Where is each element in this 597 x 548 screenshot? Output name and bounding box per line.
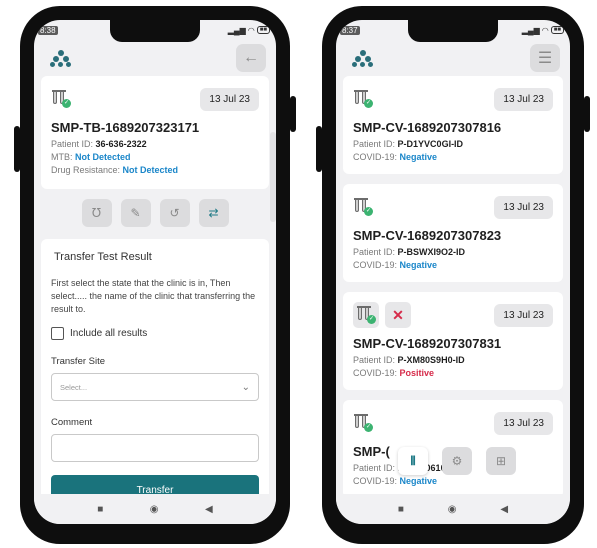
home-icon[interactable]: ◉ (448, 504, 457, 515)
list-item[interactable]: ✓ 13 Jul 23 SMP-CV-1689207307823 Patient… (343, 184, 563, 282)
battery-icon: ■■ (256, 26, 270, 34)
transfer-toggle-button[interactable]: ⇄ (198, 199, 229, 227)
transfer-instruction: First select the state that the clinic i… (51, 278, 256, 314)
sample-id: SMP-CV-1689207307823 (353, 228, 502, 243)
arrow-left-icon: ← (243, 49, 259, 66)
include-all-checkbox[interactable]: Include all results (51, 327, 259, 340)
android-nav-bar: ■ ◉ ◀ (34, 494, 276, 524)
volume-button (316, 126, 322, 172)
select-placeholder: Select... (60, 382, 88, 392)
sample-date: 13 Jul 23 (494, 87, 553, 111)
include-all-label: Include all results (70, 328, 148, 339)
action-row: ℧ ✎ ↺ ⇄ (34, 199, 276, 227)
patient-id-line: Patient ID: P-BSWXI9O2-ID (353, 247, 466, 257)
mtb-line: MTB: Not Detected (51, 152, 131, 162)
history-button[interactable]: ↺ (159, 199, 190, 227)
sample-id: SMP-TB-1689207323171 (51, 120, 200, 135)
test-tube-icon: ⫴ (410, 453, 416, 468)
top-bar: ← (34, 40, 276, 76)
sample-date: 13 Jul 23 (200, 87, 259, 111)
transfer-site-label: Transfer Site (51, 356, 106, 367)
covid-result-line: COVID-19: Negative (353, 152, 438, 162)
status-time: 8:37 (340, 25, 360, 35)
edit-button[interactable]: ✎ (120, 199, 151, 227)
tests-fab-button[interactable]: ⫴ (398, 447, 428, 475)
panel-title: Transfer Test Result (54, 251, 152, 263)
pencil-icon: ✎ (130, 206, 141, 220)
signal-icons: ▂▄▆ ◠ ■■ (228, 26, 270, 35)
transfer-panel: Transfer Test Result First select the st… (41, 239, 269, 515)
covid-result-line: COVID-19: Negative (353, 476, 438, 486)
close-icon[interactable]: ✕ (385, 302, 411, 328)
battery-icon: ■■ (550, 26, 564, 34)
stethoscope-button[interactable]: ℧ (81, 199, 112, 227)
phone-left: 8:38 ▂▄▆ ◠ ■■ ← ✓ 13 Jul 23 SMP-TB-16892… (14, 6, 296, 544)
signal-icon: ▂▄▆ (227, 25, 246, 35)
back-triangle-icon[interactable]: ◀ (500, 504, 508, 515)
phone-right: 8:37 ▂▄▆ ◠ ■■ ☰ ✓ 13 Jul 23 SMP-CV-16892… (316, 6, 590, 544)
sample-id: SMP-CV-1689207307831 (353, 336, 502, 351)
plus-square-icon: ⊞ (495, 454, 507, 468)
patient-id-line: Patient ID: 36-636-2322 (51, 139, 147, 149)
status-time: 8:38 (38, 25, 58, 35)
android-nav-bar: ■ ◉ ◀ (336, 494, 570, 524)
app-logo-icon (50, 49, 72, 67)
swap-arrows-icon: ⇄ (208, 206, 219, 220)
sample-card: ✓ 13 Jul 23 SMP-TB-1689207323171 Patient… (41, 76, 269, 189)
sample-list: ✓ 13 Jul 23 SMP-CV-1689207307816 Patient… (336, 76, 570, 498)
status-bar: 8:37 ▂▄▆ ◠ ■■ (336, 20, 570, 42)
transfer-site-select[interactable]: Select... ⌄ (51, 373, 259, 401)
top-bar: ☰ (336, 40, 570, 76)
stethoscope-icon: ℧ (91, 206, 102, 220)
settings-fab-button[interactable]: ⚙ (442, 447, 472, 475)
patient-id-line: Patient ID: P-D1YVC0GI-ID (353, 139, 464, 149)
test-tube-icon: ✓ (353, 302, 379, 328)
covid-result-line: COVID-19: Negative (353, 260, 438, 270)
list-menu-button[interactable]: ☰ (530, 44, 560, 72)
volume-button (14, 126, 20, 172)
screen-left: 8:38 ▂▄▆ ◠ ■■ ← ✓ 13 Jul 23 SMP-TB-16892… (34, 20, 276, 524)
back-button[interactable]: ← (236, 44, 266, 72)
list-item[interactable]: ✓ 13 Jul 23 SMP-CV-1689207307816 Patient… (343, 76, 563, 174)
test-tube-icon: ✓ (51, 86, 73, 112)
wifi-icon: ◠ (247, 25, 255, 35)
checkbox-box[interactable] (51, 327, 64, 340)
test-tube-icon: ✓ (353, 86, 375, 112)
screen-right: 8:37 ▂▄▆ ◠ ■■ ☰ ✓ 13 Jul 23 SMP-CV-16892… (336, 20, 570, 524)
gear-icon: ⚙ (451, 454, 463, 468)
history-icon: ↺ (169, 206, 180, 220)
camera-notch (408, 20, 498, 42)
list-item[interactable]: ✓ ✕ 13 Jul 23 SMP-CV-1689207307831 Patie… (343, 292, 563, 390)
sample-date: 13 Jul 23 (494, 411, 553, 435)
status-bar: 8:38 ▂▄▆ ◠ ■■ (34, 20, 276, 42)
wifi-icon: ◠ (541, 25, 549, 35)
list-icon: ☰ (537, 50, 553, 67)
add-fab-button[interactable]: ⊞ (486, 447, 516, 475)
power-button (584, 96, 590, 132)
app-logo-icon (352, 49, 374, 67)
drug-resistance-line: Drug Resistance: Not Detected (51, 165, 179, 175)
test-tube-icon: ✓ (353, 410, 375, 436)
signal-icons: ▂▄▆ ◠ ■■ (522, 26, 564, 35)
chevron-down-icon: ⌄ (241, 381, 250, 393)
sample-date: 13 Jul 23 (494, 303, 553, 327)
recents-icon[interactable]: ■ (97, 504, 103, 515)
comment-input[interactable] (51, 434, 259, 462)
scrollbar[interactable] (270, 132, 276, 222)
signal-icon: ▂▄▆ (521, 25, 540, 35)
test-tube-icon: ✓ (353, 194, 375, 220)
covid-result-line: COVID-19: Positive (353, 368, 435, 378)
patient-id-line: Patient ID: P-XM80S9H0-ID (353, 355, 465, 365)
camera-notch (110, 20, 200, 42)
comment-label: Comment (51, 417, 93, 428)
home-icon[interactable]: ◉ (150, 504, 159, 515)
sample-date: 13 Jul 23 (494, 195, 553, 219)
back-triangle-icon[interactable]: ◀ (205, 504, 213, 515)
power-button (290, 96, 296, 132)
recents-icon[interactable]: ■ (398, 504, 404, 515)
sample-id: SMP-CV-1689207307816 (353, 120, 502, 135)
